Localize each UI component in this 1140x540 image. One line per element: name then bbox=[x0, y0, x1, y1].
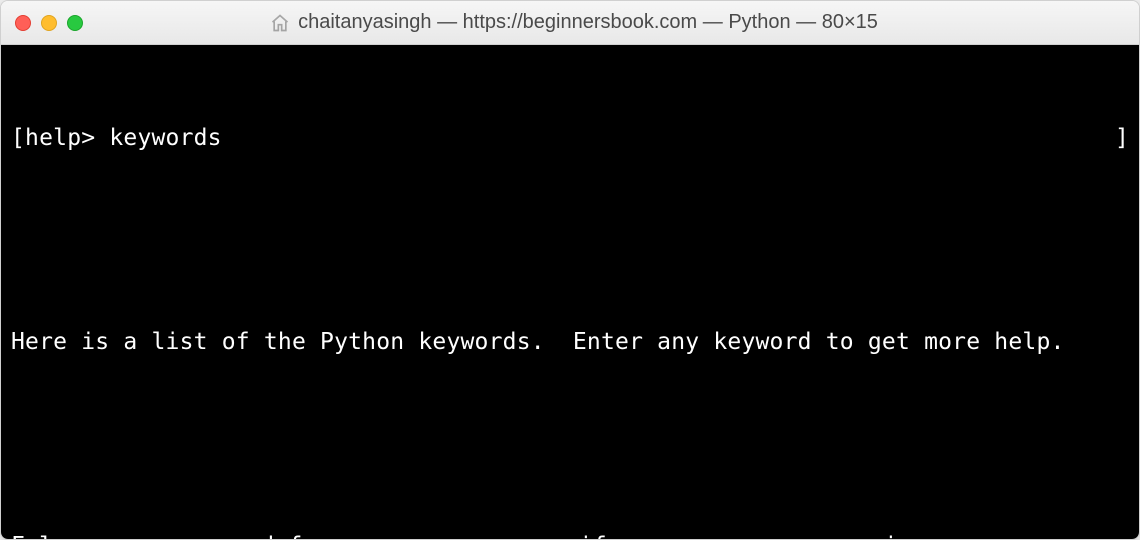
help-prompt-line-1: [help> keywords ] bbox=[11, 121, 1129, 155]
keyword-cell: def bbox=[260, 529, 578, 540]
window-title-wrap: chaitanyasingh — https://beginnersbook.c… bbox=[83, 11, 1065, 34]
prompt-right: ] bbox=[222, 121, 1129, 155]
keyword-cell: raise bbox=[856, 529, 926, 540]
traffic-lights bbox=[15, 15, 83, 31]
keyword-cell: False bbox=[11, 529, 260, 540]
keyword-row: Falsedefifraise bbox=[11, 529, 1129, 540]
home-icon bbox=[270, 13, 290, 33]
titlebar[interactable]: chaitanyasingh — https://beginnersbook.c… bbox=[1, 1, 1139, 45]
keywords-grid: FalsedefifraiseNonedelimportreturnTrueel… bbox=[11, 529, 1129, 540]
blank-line bbox=[11, 427, 1129, 461]
description-line: Here is a list of the Python keywords. E… bbox=[11, 325, 1129, 359]
maximize-button[interactable] bbox=[67, 15, 83, 31]
window-title: chaitanyasingh — https://beginnersbook.c… bbox=[298, 11, 878, 34]
command-entered: keywords bbox=[109, 121, 221, 155]
blank-line bbox=[11, 223, 1129, 257]
close-button[interactable] bbox=[15, 15, 31, 31]
prompt-left: [help> bbox=[11, 121, 109, 155]
keyword-cell: if bbox=[579, 529, 856, 540]
terminal-body[interactable]: [help> keywords ] Here is a list of the … bbox=[1, 45, 1139, 540]
terminal-window: chaitanyasingh — https://beginnersbook.c… bbox=[0, 0, 1140, 540]
minimize-button[interactable] bbox=[41, 15, 57, 31]
